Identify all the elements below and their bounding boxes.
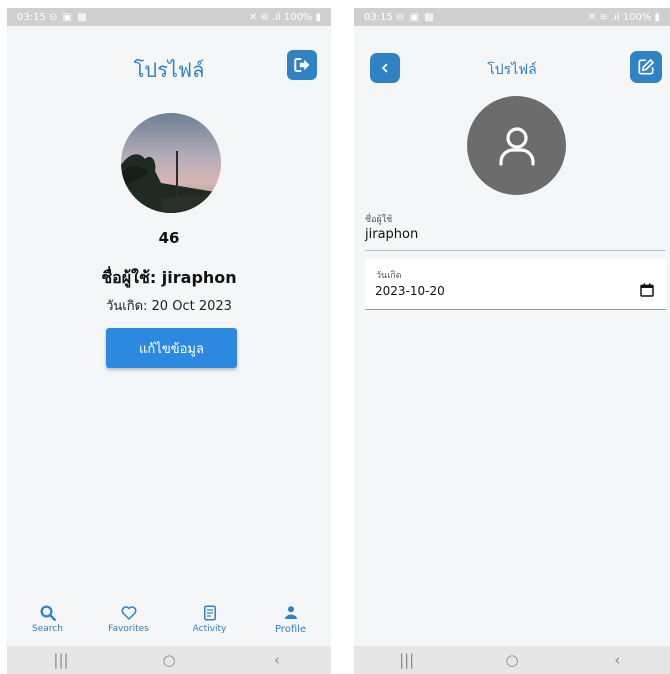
birthdate-label: วันเกิด — [376, 271, 402, 281]
status-signal-icons: ✕ ≋ .ıl — [587, 11, 623, 23]
edit-profile-screen: 03:15 ⊝ ▣ ▩ ✕ ≋ .ıl 100% ▮ โปรไฟล์ ชื่อผ… — [354, 8, 670, 674]
birthdate-field[interactable]: วันเกิด 2023-10-20 — [365, 258, 666, 310]
logout-button[interactable] — [287, 50, 317, 80]
battery-level: 100% — [283, 11, 313, 23]
username-label: ชื่อผู้ใช้ — [365, 215, 393, 225]
tab-label: Profile — [274, 624, 307, 635]
tab-favorites[interactable]: Favorites — [94, 600, 164, 646]
status-signal-icons: ✕ ≋ .ıl — [248, 11, 284, 23]
recents-button[interactable]: ||| — [41, 651, 81, 669]
search-icon — [40, 605, 56, 621]
username-display: ชื่อผู้ใช้: jiraphon — [101, 268, 237, 287]
status-bar: 03:15 ⊝ ▣ ▩ ✕ ≋ .ıl 100% ▮ — [7, 8, 331, 26]
status-time: 03:15 — [17, 11, 46, 23]
tab-label: Activity — [192, 624, 227, 634]
heart-icon — [121, 606, 136, 620]
birthdate-value[interactable]: 2023-10-20 — [375, 284, 445, 298]
status-time: 03:15 — [364, 11, 393, 23]
tab-profile[interactable]: Profile — [256, 600, 326, 646]
document-icon — [203, 605, 216, 621]
bottom-tab-bar: Search Favorites Activity Profile — [7, 600, 331, 646]
tab-search[interactable]: Search — [13, 600, 83, 646]
home-button[interactable]: ○ — [492, 651, 532, 669]
system-nav-bar: ||| ○ ‹ — [7, 646, 331, 674]
recents-button[interactable]: ||| — [387, 651, 427, 669]
username-field[interactable]: jiraphon — [365, 227, 418, 242]
birthdate-display: วันเกิด: 20 Oct 2023 — [106, 299, 232, 314]
tab-activity[interactable]: Activity — [175, 600, 245, 646]
battery-level: 100% — [622, 11, 652, 23]
pencil-square-icon — [638, 59, 654, 75]
system-nav-bar: ||| ○ ‹ — [354, 646, 670, 674]
status-notification-icons: ⊝ ▣ ▩ — [49, 11, 88, 23]
status-bar: 03:15 ⊝ ▣ ▩ ✕ ≋ .ıl 100% ▮ — [354, 8, 670, 26]
home-button[interactable]: ○ — [149, 651, 189, 669]
back-nav-button[interactable]: ‹ — [257, 651, 297, 669]
tab-label: Favorites — [108, 624, 149, 634]
username-underline — [365, 250, 665, 251]
avatar-placeholder — [467, 96, 566, 195]
user-outline-icon — [498, 126, 535, 166]
logout-icon — [294, 58, 310, 72]
back-nav-button[interactable]: ‹ — [597, 651, 637, 669]
profile-photo — [121, 113, 221, 213]
page-title: โปรไฟล์ — [133, 58, 205, 82]
profile-screen: 03:15 ⊝ ▣ ▩ ✕ ≋ .ıl 100% ▮ โปรไฟล์ 46 ชื… — [7, 8, 331, 674]
tab-label: Search — [32, 624, 63, 634]
page-title: โปรไฟล์ — [487, 62, 537, 78]
edit-profile-button[interactable]: แก้ไขข้อมูล — [106, 328, 237, 368]
calendar-icon[interactable] — [639, 282, 655, 298]
edit-button[interactable] — [630, 51, 662, 83]
status-notification-icons: ⊝ ▣ ▩ — [396, 11, 435, 23]
post-count: 46 — [158, 229, 180, 247]
person-icon — [284, 606, 297, 619]
